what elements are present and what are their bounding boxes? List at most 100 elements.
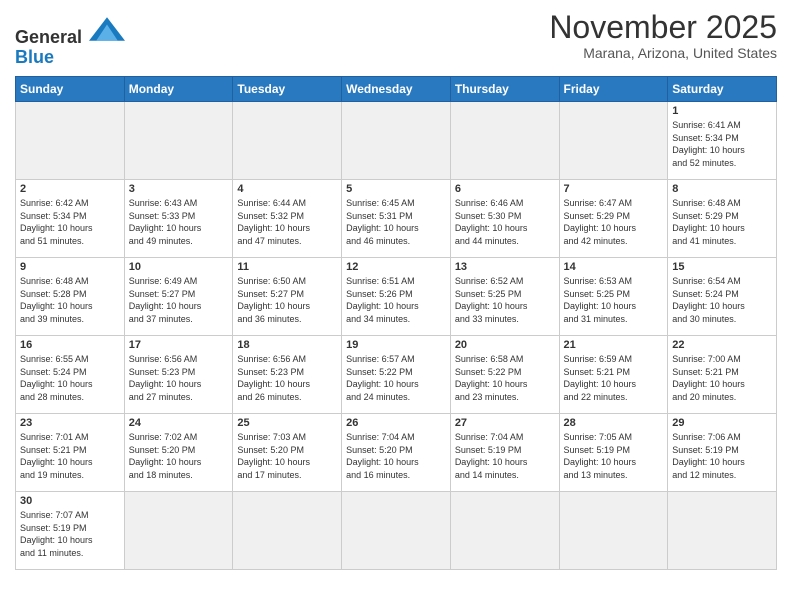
day-info: Sunrise: 6:52 AM Sunset: 5:25 PM Dayligh… bbox=[455, 275, 555, 325]
calendar-cell bbox=[233, 492, 342, 570]
day-info: Sunrise: 6:58 AM Sunset: 5:22 PM Dayligh… bbox=[455, 353, 555, 403]
day-info: Sunrise: 7:04 AM Sunset: 5:19 PM Dayligh… bbox=[455, 431, 555, 481]
calendar-cell: 14 Sunrise: 6:53 AM Sunset: 5:25 PM Dayli… bbox=[559, 258, 668, 336]
day-info: Sunrise: 6:44 AM Sunset: 5:32 PM Dayligh… bbox=[237, 197, 337, 247]
day-info: Sunrise: 7:06 AM Sunset: 5:19 PM Dayligh… bbox=[672, 431, 772, 481]
column-header-monday: Monday bbox=[124, 77, 233, 102]
day-number: 12 bbox=[346, 261, 446, 273]
day-info: Sunrise: 7:02 AM Sunset: 5:20 PM Dayligh… bbox=[129, 431, 229, 481]
calendar-week-5: 23 Sunrise: 7:01 AM Sunset: 5:21 PM Dayli… bbox=[16, 414, 777, 492]
calendar-cell: 11Sunrise: 6:50 AM Sunset: 5:27 PM Dayli… bbox=[233, 258, 342, 336]
day-number: 2 bbox=[20, 183, 120, 195]
day-info: Sunrise: 6:48 AM Sunset: 5:28 PM Dayligh… bbox=[20, 275, 120, 325]
day-number: 8 bbox=[672, 183, 772, 195]
calendar-cell: 30Sunrise: 7:07 AM Sunset: 5:19 PM Dayli… bbox=[16, 492, 125, 570]
day-info: Sunrise: 6:49 AM Sunset: 5:27 PM Dayligh… bbox=[129, 275, 229, 325]
logo-wordmark: General Blue bbox=[15, 15, 125, 68]
day-info: Sunrise: 6:42 AM Sunset: 5:34 PM Dayligh… bbox=[20, 197, 120, 247]
calendar-cell bbox=[450, 102, 559, 180]
calendar-cell: 1 Sunrise: 6:41 AM Sunset: 5:34 PM Daylig… bbox=[668, 102, 777, 180]
day-number: 20 bbox=[455, 339, 555, 351]
calendar-cell: 25Sunrise: 7:03 AM Sunset: 5:20 PM Dayli… bbox=[233, 414, 342, 492]
calendar-cell: 17 Sunrise: 6:56 AM Sunset: 5:23 PM Dayli… bbox=[124, 336, 233, 414]
calendar-cell: 24Sunrise: 7:02 AM Sunset: 5:20 PM Dayli… bbox=[124, 414, 233, 492]
calendar-cell bbox=[16, 102, 125, 180]
day-number: 25 bbox=[237, 417, 337, 429]
day-info: Sunrise: 6:59 AM Sunset: 5:21 PM Dayligh… bbox=[564, 353, 664, 403]
day-info: Sunrise: 6:41 AM Sunset: 5:34 PM Dayligh… bbox=[672, 119, 772, 169]
day-info: Sunrise: 6:53 AM Sunset: 5:25 PM Dayligh… bbox=[564, 275, 664, 325]
day-number: 9 bbox=[20, 261, 120, 273]
day-number: 5 bbox=[346, 183, 446, 195]
day-number: 22 bbox=[672, 339, 772, 351]
day-info: Sunrise: 6:47 AM Sunset: 5:29 PM Dayligh… bbox=[564, 197, 664, 247]
calendar-cell: 5 Sunrise: 6:45 AM Sunset: 5:31 PM Daylig… bbox=[342, 180, 451, 258]
calendar-cell bbox=[233, 102, 342, 180]
calendar-cell bbox=[342, 492, 451, 570]
title-block: November 2025 Marana, Arizona, United St… bbox=[549, 10, 777, 61]
calendar-cell: 19Sunrise: 6:57 AM Sunset: 5:22 PM Dayli… bbox=[342, 336, 451, 414]
calendar-cell: 18Sunrise: 6:56 AM Sunset: 5:23 PM Dayli… bbox=[233, 336, 342, 414]
column-header-sunday: Sunday bbox=[16, 77, 125, 102]
day-info: Sunrise: 7:04 AM Sunset: 5:20 PM Dayligh… bbox=[346, 431, 446, 481]
calendar-week-1: 1 Sunrise: 6:41 AM Sunset: 5:34 PM Daylig… bbox=[16, 102, 777, 180]
calendar-week-3: 9 Sunrise: 6:48 AM Sunset: 5:28 PM Daylig… bbox=[16, 258, 777, 336]
day-info: Sunrise: 6:48 AM Sunset: 5:29 PM Dayligh… bbox=[672, 197, 772, 247]
day-number: 13 bbox=[455, 261, 555, 273]
day-number: 21 bbox=[564, 339, 664, 351]
day-info: Sunrise: 6:51 AM Sunset: 5:26 PM Dayligh… bbox=[346, 275, 446, 325]
calendar-cell: 8 Sunrise: 6:48 AM Sunset: 5:29 PM Daylig… bbox=[668, 180, 777, 258]
day-info: Sunrise: 6:56 AM Sunset: 5:23 PM Dayligh… bbox=[129, 353, 229, 403]
calendar-cell: 4 Sunrise: 6:44 AM Sunset: 5:32 PM Daylig… bbox=[233, 180, 342, 258]
calendar-cell: 13 Sunrise: 6:52 AM Sunset: 5:25 PM Dayli… bbox=[450, 258, 559, 336]
day-number: 19 bbox=[346, 339, 446, 351]
day-info: Sunrise: 6:55 AM Sunset: 5:24 PM Dayligh… bbox=[20, 353, 120, 403]
day-number: 11 bbox=[237, 261, 337, 273]
day-number: 17 bbox=[129, 339, 229, 351]
calendar-week-6: 30Sunrise: 7:07 AM Sunset: 5:19 PM Dayli… bbox=[16, 492, 777, 570]
day-number: 6 bbox=[455, 183, 555, 195]
day-number: 15 bbox=[672, 261, 772, 273]
day-info: Sunrise: 6:54 AM Sunset: 5:24 PM Dayligh… bbox=[672, 275, 772, 325]
day-number: 23 bbox=[20, 417, 120, 429]
location: Marana, Arizona, United States bbox=[549, 45, 777, 61]
calendar-cell bbox=[559, 492, 668, 570]
calendar-cell bbox=[124, 492, 233, 570]
day-number: 26 bbox=[346, 417, 446, 429]
calendar-cell: 16Sunrise: 6:55 AM Sunset: 5:24 PM Dayli… bbox=[16, 336, 125, 414]
calendar-cell: 20 Sunrise: 6:58 AM Sunset: 5:22 PM Dayli… bbox=[450, 336, 559, 414]
day-number: 1 bbox=[672, 105, 772, 117]
day-number: 10 bbox=[129, 261, 229, 273]
calendar-cell: 28 Sunrise: 7:05 AM Sunset: 5:19 PM Dayli… bbox=[559, 414, 668, 492]
calendar-cell: 29Sunrise: 7:06 AM Sunset: 5:19 PM Dayli… bbox=[668, 414, 777, 492]
calendar-cell: 12 Sunrise: 6:51 AM Sunset: 5:26 PM Dayli… bbox=[342, 258, 451, 336]
column-header-thursday: Thursday bbox=[450, 77, 559, 102]
calendar-header-row: SundayMondayTuesdayWednesdayThursdayFrid… bbox=[16, 77, 777, 102]
column-header-friday: Friday bbox=[559, 77, 668, 102]
logo-blue: Blue bbox=[15, 47, 54, 67]
column-header-wednesday: Wednesday bbox=[342, 77, 451, 102]
logo: General Blue bbox=[15, 15, 125, 68]
header: General Blue November 2025 Marana, Arizo… bbox=[15, 10, 777, 68]
calendar-cell: 27Sunrise: 7:04 AM Sunset: 5:19 PM Dayli… bbox=[450, 414, 559, 492]
calendar-cell: 7 Sunrise: 6:47 AM Sunset: 5:29 PM Daylig… bbox=[559, 180, 668, 258]
logo-general: General bbox=[15, 27, 82, 47]
day-info: Sunrise: 7:01 AM Sunset: 5:21 PM Dayligh… bbox=[20, 431, 120, 481]
day-number: 7 bbox=[564, 183, 664, 195]
day-info: Sunrise: 6:46 AM Sunset: 5:30 PM Dayligh… bbox=[455, 197, 555, 247]
calendar-cell bbox=[124, 102, 233, 180]
day-number: 28 bbox=[564, 417, 664, 429]
calendar-cell bbox=[342, 102, 451, 180]
day-info: Sunrise: 6:56 AM Sunset: 5:23 PM Dayligh… bbox=[237, 353, 337, 403]
calendar-cell: 15 Sunrise: 6:54 AM Sunset: 5:24 PM Dayli… bbox=[668, 258, 777, 336]
day-number: 14 bbox=[564, 261, 664, 273]
calendar-cell bbox=[668, 492, 777, 570]
calendar-cell: 22Sunrise: 7:00 AM Sunset: 5:21 PM Dayli… bbox=[668, 336, 777, 414]
day-info: Sunrise: 6:45 AM Sunset: 5:31 PM Dayligh… bbox=[346, 197, 446, 247]
day-info: Sunrise: 7:05 AM Sunset: 5:19 PM Dayligh… bbox=[564, 431, 664, 481]
calendar: SundayMondayTuesdayWednesdayThursdayFrid… bbox=[15, 76, 777, 570]
day-number: 4 bbox=[237, 183, 337, 195]
calendar-cell bbox=[450, 492, 559, 570]
day-info: Sunrise: 7:07 AM Sunset: 5:19 PM Dayligh… bbox=[20, 509, 120, 559]
day-number: 3 bbox=[129, 183, 229, 195]
